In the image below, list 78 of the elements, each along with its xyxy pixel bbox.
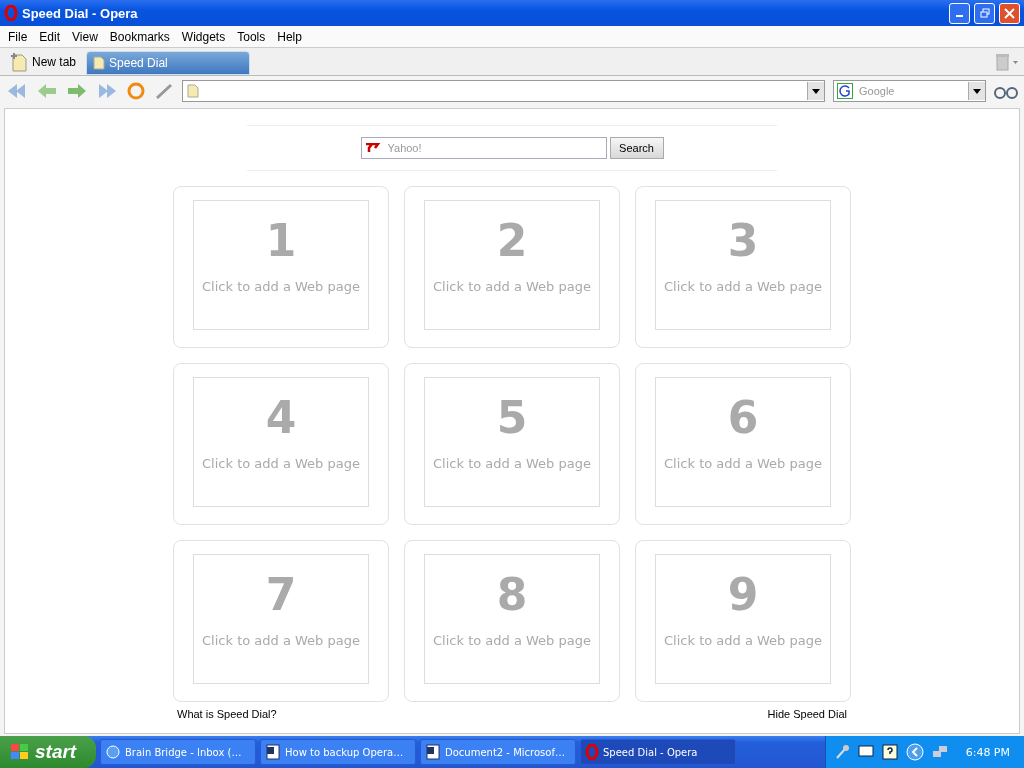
slot-caption: Click to add a Web page <box>433 279 591 294</box>
restore-button[interactable] <box>974 2 995 24</box>
speed-dial-slot[interactable]: 1 Click to add a Web page <box>173 186 389 348</box>
forward-icon[interactable] <box>66 82 88 100</box>
new-page-icon <box>10 52 28 72</box>
menu-item[interactable]: File <box>2 29 34 44</box>
rewind-icon[interactable] <box>6 82 28 100</box>
slot-number: 5 <box>496 392 528 444</box>
pen-icon[interactable] <box>154 81 174 101</box>
link[interactable]: Hide Speed Dial <box>767 708 847 720</box>
document-w-icon <box>265 744 281 760</box>
taskbar-button[interactable]: How to backup Opera… <box>260 739 416 765</box>
menu-item[interactable]: Bookmarks <box>103 29 176 44</box>
document-w-icon <box>425 744 441 760</box>
y-logo-icon <box>365 143 382 153</box>
speed-dial-slot[interactable]: 3 Click to add a Web page <box>635 186 851 348</box>
slot-number: 6 <box>727 392 759 444</box>
window-title: Speed Dial - Opera <box>22 5 139 21</box>
speed-dial-slot[interactable]: 8 Click to add a Web page <box>404 540 620 702</box>
search-engine-field[interactable]: Google <box>857 84 964 98</box>
tab[interactable]: New tab <box>4 49 83 75</box>
link[interactable]: What is Speed Dial? <box>177 708 277 720</box>
yahoo-search-box[interactable]: Yahoo! <box>360 137 607 159</box>
menu-item[interactable]: Widgets <box>175 29 232 44</box>
page-icon <box>93 56 106 70</box>
slot-number: 8 <box>496 569 528 621</box>
opera-logo-icon <box>4 5 18 21</box>
reload-icon[interactable] <box>126 81 146 101</box>
restore-icon <box>979 8 990 18</box>
g-logo-icon <box>837 83 853 99</box>
close-icon <box>1004 7 1015 19</box>
slot-number: 1 <box>265 215 297 267</box>
slot-caption: Click to add a Web page <box>202 633 360 648</box>
minimize-button[interactable] <box>949 2 970 24</box>
page-icon <box>187 84 199 98</box>
menu-item[interactable]: Help <box>271 29 308 44</box>
taskbar-button[interactable]: Speed Dial - Opera <box>580 739 736 765</box>
slot-number: 9 <box>727 569 759 621</box>
fast-forward-icon[interactable] <box>96 82 118 100</box>
opera-logo-icon <box>585 744 599 760</box>
speed-dial-slot[interactable]: 5 Click to add a Web page <box>404 363 620 525</box>
close-button[interactable] <box>999 2 1020 24</box>
microphone-icon[interactable] <box>833 744 850 760</box>
speed-dial-slot[interactable]: 9 Click to add a Web page <box>635 540 851 702</box>
menu-item[interactable]: Edit <box>33 29 67 44</box>
windows-flag-icon <box>10 743 30 761</box>
slot-caption: Click to add a Web page <box>664 633 822 648</box>
trash-icon[interactable] <box>994 51 1020 72</box>
slot-number: 7 <box>265 569 297 621</box>
taskbar-button[interactable]: Document2 - Microsof… <box>420 739 576 765</box>
speed-dial-slot[interactable]: 2 Click to add a Web page <box>404 186 620 348</box>
menu-item[interactable]: Tools <box>231 29 272 44</box>
menu-item[interactable]: View <box>66 29 104 44</box>
slot-number: 2 <box>496 215 528 267</box>
yahoo-search-field[interactable]: Yahoo! <box>385 141 606 155</box>
speed-dial-slot[interactable]: 6 Click to add a Web page <box>635 363 851 525</box>
speed-dial-slot[interactable]: 4 Click to add a Web page <box>173 363 389 525</box>
help-icon[interactable] <box>881 744 898 760</box>
search-button[interactable]: Search <box>609 137 664 159</box>
slot-caption: Click to add a Web page <box>433 456 591 471</box>
search-engine-box[interactable]: Google <box>833 80 986 102</box>
slot-number: 3 <box>727 215 759 267</box>
monitor-icon[interactable] <box>857 744 874 760</box>
slot-caption: Click to add a Web page <box>202 279 360 294</box>
slot-caption: Click to add a Web page <box>664 279 822 294</box>
slot-caption: Click to add a Web page <box>664 456 822 471</box>
tab[interactable]: Speed Dial <box>86 51 251 75</box>
start-button[interactable]: start <box>0 736 96 768</box>
network-icon[interactable] <box>931 744 948 760</box>
slot-number: 4 <box>265 392 297 444</box>
slot-caption: Click to add a Web page <box>202 456 360 471</box>
chevron-left-icon[interactable] <box>905 743 924 761</box>
back-icon[interactable] <box>36 82 58 100</box>
slot-caption: Click to add a Web page <box>433 633 591 648</box>
address-field[interactable] <box>182 80 825 102</box>
taskbar-button[interactable]: Brain Bridge - Inbox (… <box>100 739 256 765</box>
speed-dial-slot[interactable]: 7 Click to add a Web page <box>173 540 389 702</box>
clock: 6:48 PM <box>965 745 1010 759</box>
